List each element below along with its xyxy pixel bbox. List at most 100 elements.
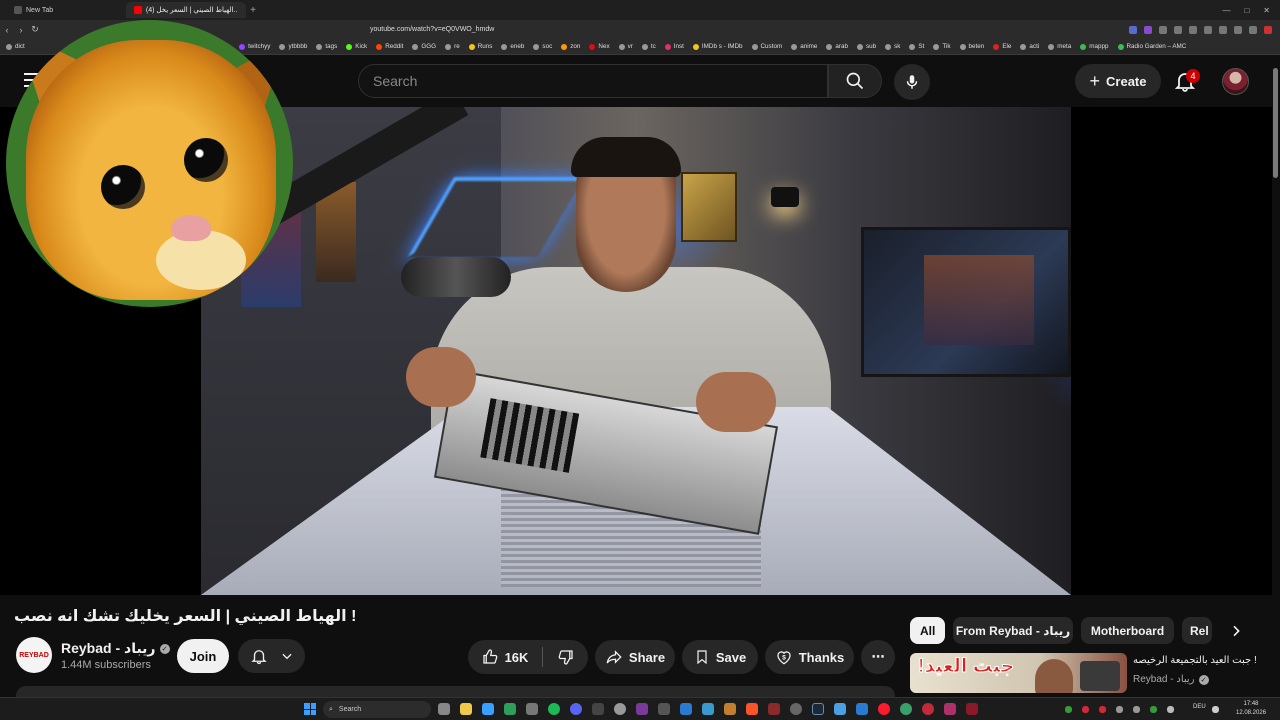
- app-icon[interactable]: [834, 703, 846, 715]
- app-icon[interactable]: [504, 703, 516, 715]
- tray-icon[interactable]: [1150, 706, 1157, 713]
- extension-icon[interactable]: [1204, 25, 1212, 34]
- bookmark-item[interactable]: zon: [561, 43, 580, 50]
- app-icon[interactable]: [658, 703, 670, 715]
- extension-icon[interactable]: [1219, 25, 1227, 34]
- app-icon[interactable]: [768, 703, 780, 715]
- create-button[interactable]: + Create: [1075, 64, 1161, 98]
- bookmark-item[interactable]: Nex: [589, 43, 610, 50]
- bookmark-item[interactable]: St: [909, 43, 924, 50]
- app-icon[interactable]: [526, 703, 538, 715]
- chips-next-button[interactable]: [1224, 619, 1248, 643]
- bookmark-item[interactable]: sk: [885, 43, 900, 50]
- tray-icon[interactable]: [1099, 706, 1106, 713]
- tray-icon[interactable]: [1082, 706, 1089, 713]
- close-window-button[interactable]: ✕: [1263, 6, 1270, 15]
- task-view-icon[interactable]: [438, 703, 450, 715]
- recommendation-title[interactable]: ! جبت العيد بالتجميعة الرخيصه: [1133, 655, 1273, 666]
- app-icon[interactable]: [922, 703, 934, 715]
- bookmark-item[interactable]: Tik: [933, 43, 951, 50]
- extension-icon[interactable]: [1189, 25, 1197, 34]
- join-button[interactable]: Join: [177, 639, 229, 673]
- spotify-icon[interactable]: [548, 703, 560, 715]
- app-icon[interactable]: [680, 703, 692, 715]
- scrollbar-thumb[interactable]: [1273, 68, 1278, 178]
- bookmark-item[interactable]: acti: [1020, 43, 1039, 50]
- extension-icon[interactable]: [1144, 25, 1152, 34]
- bookmark-item[interactable]: arab: [826, 43, 848, 50]
- recommendation-thumbnail[interactable]: جبت العيد!: [910, 653, 1127, 693]
- recommendation-channel[interactable]: Reybad - ريباد ✓: [1133, 674, 1209, 685]
- tray-icon[interactable]: [1167, 706, 1174, 713]
- bookmark-item[interactable]: re: [445, 43, 460, 50]
- bookmark-item[interactable]: anime: [791, 43, 817, 50]
- brave-browser-icon[interactable]: [746, 703, 758, 715]
- search-input[interactable]: Search: [358, 64, 828, 98]
- tray-icon[interactable]: [1133, 706, 1140, 713]
- media-player-icon[interactable]: [614, 703, 626, 715]
- extension-icon[interactable]: [1249, 25, 1257, 34]
- voice-search-button[interactable]: [894, 64, 930, 100]
- channel-avatar[interactable]: REYBAD: [16, 637, 52, 673]
- app-icon[interactable]: [636, 703, 648, 715]
- back-icon[interactable]: ‹: [0, 25, 14, 35]
- bookmark-item[interactable]: Radio Garden – AMC: [1117, 43, 1186, 50]
- app-icon[interactable]: [944, 703, 956, 715]
- bookmark-item[interactable]: vr: [618, 43, 633, 50]
- bookmark-item[interactable]: GGG: [412, 43, 436, 50]
- thumbs-down-icon[interactable]: [557, 648, 575, 666]
- app-icon[interactable]: [790, 703, 802, 715]
- extension-icon[interactable]: [1234, 25, 1242, 34]
- address-bar[interactable]: youtube.com/watch?v=eQ0VWO_hmdw: [350, 23, 900, 37]
- tab-new-tab[interactable]: New Tab: [6, 2, 126, 18]
- bookmark-item[interactable]: tc: [641, 43, 656, 50]
- more-actions-button[interactable]: ⋯: [861, 640, 895, 674]
- bookmark-item[interactable]: sub: [856, 43, 876, 50]
- search-button[interactable]: [828, 64, 882, 98]
- chip-motherboard[interactable]: Motherboard: [1081, 617, 1174, 644]
- steam-icon[interactable]: [812, 703, 824, 715]
- bookmark-item[interactable]: soc: [533, 43, 552, 50]
- extension-icon[interactable]: [1174, 25, 1182, 34]
- chip-all[interactable]: All: [910, 617, 946, 644]
- channel-name[interactable]: Reybad - ريباد ✓: [61, 640, 170, 657]
- like-button[interactable]: 16K: [481, 648, 528, 666]
- app-icon[interactable]: [856, 703, 868, 715]
- app-icon[interactable]: [724, 703, 736, 715]
- app-icon[interactable]: [900, 703, 912, 715]
- bookmark-item[interactable]: Runs: [468, 43, 492, 50]
- bookmark-item[interactable]: twitchyy: [239, 43, 270, 50]
- tab-youtube-video[interactable]: (4) الهياط الصيني | السعر يخل...: [126, 2, 246, 18]
- subscribed-notifications-button[interactable]: [238, 639, 305, 673]
- bookmark-item[interactable]: Ele: [993, 43, 1011, 50]
- share-button[interactable]: Share: [595, 640, 675, 674]
- chip-related[interactable]: Rel: [1182, 617, 1212, 644]
- tray-icon[interactable]: [1065, 706, 1072, 713]
- app-icon[interactable]: [482, 703, 494, 715]
- network-icon[interactable]: [1212, 706, 1219, 713]
- reload-icon[interactable]: ↻: [28, 24, 42, 35]
- account-avatar[interactable]: [1222, 68, 1249, 95]
- app-icon[interactable]: [966, 703, 978, 715]
- tray-icon[interactable]: [1116, 706, 1123, 713]
- bookmark-item[interactable]: IMDb s - IMDb: [692, 43, 743, 50]
- bookmark-item[interactable]: beten: [959, 43, 984, 50]
- bookmark-item[interactable]: eneb: [501, 43, 524, 50]
- extension-icon[interactable]: [1159, 25, 1167, 34]
- system-clock[interactable]: 17:48 12.08.2026: [1236, 700, 1266, 718]
- app-icon[interactable]: [702, 703, 714, 715]
- windows-start-icon[interactable]: [304, 703, 316, 715]
- extension-icon[interactable]: [1264, 25, 1272, 34]
- discord-icon[interactable]: [570, 703, 582, 715]
- bookmark-item[interactable]: Reddit: [376, 43, 403, 50]
- chip-from-channel[interactable]: From Reybad - ريباد: [953, 617, 1073, 644]
- opera-icon[interactable]: [878, 703, 890, 715]
- bookmark-item[interactable]: meta: [1048, 43, 1071, 50]
- thanks-button[interactable]: $ Thanks: [765, 640, 854, 674]
- bookmark-item[interactable]: mappp: [1080, 43, 1109, 50]
- file-explorer-icon[interactable]: [460, 703, 472, 715]
- maximize-button[interactable]: □: [1244, 6, 1249, 15]
- bookmark-item[interactable]: Custom: [751, 43, 782, 50]
- new-tab-button[interactable]: +: [246, 5, 260, 16]
- extension-icon[interactable]: [1129, 25, 1137, 34]
